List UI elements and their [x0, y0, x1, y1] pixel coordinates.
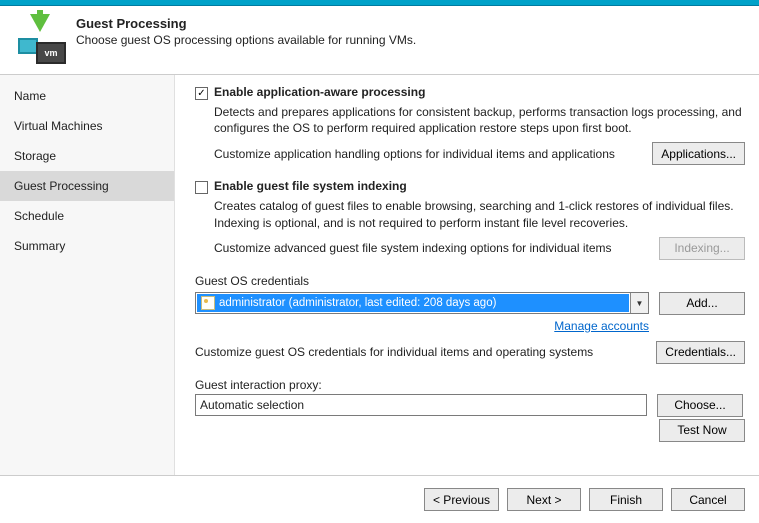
choose-proxy-button[interactable]: Choose... [657, 394, 743, 417]
guest-processing-icon: vm [18, 16, 66, 64]
finish-button[interactable]: Finish [589, 488, 663, 511]
add-credential-button[interactable]: Add... [659, 292, 745, 315]
next-button[interactable]: Next > [507, 488, 581, 511]
chevron-down-icon[interactable]: ▼ [630, 293, 648, 313]
enable-app-aware-checkbox[interactable] [195, 87, 208, 100]
indexing-customize-text: Customize advanced guest file system ind… [214, 241, 659, 255]
guest-credentials-label: Guest OS credentials [195, 274, 745, 288]
manage-accounts-link[interactable]: Manage accounts [554, 319, 649, 333]
nav-item-virtual-machines[interactable]: Virtual Machines [0, 111, 174, 141]
proxy-label: Guest interaction proxy: [195, 378, 745, 392]
credential-icon [201, 296, 215, 310]
nav-item-guest-processing[interactable]: Guest Processing [0, 171, 174, 201]
applications-button[interactable]: Applications... [652, 142, 745, 165]
indexing-button: Indexing... [659, 237, 745, 260]
nav-item-schedule[interactable]: Schedule [0, 201, 174, 231]
nav-item-storage[interactable]: Storage [0, 141, 174, 171]
credentials-selected-text: administrator (administrator, last edite… [219, 297, 496, 309]
enable-app-aware-label: Enable application-aware processing [214, 85, 425, 99]
content-panel: Enable application-aware processing Dete… [175, 75, 759, 475]
wizard-nav: Name Virtual Machines Storage Guest Proc… [0, 75, 175, 475]
cancel-button[interactable]: Cancel [671, 488, 745, 511]
indexing-description: Creates catalog of guest files to enable… [214, 198, 745, 230]
test-now-button[interactable]: Test Now [659, 419, 745, 442]
enable-indexing-checkbox[interactable] [195, 181, 208, 194]
nav-item-summary[interactable]: Summary [0, 231, 174, 261]
page-subtitle: Choose guest OS processing options avail… [76, 33, 416, 47]
enable-indexing-label: Enable guest file system indexing [214, 179, 407, 193]
app-aware-description: Detects and prepares applications for co… [214, 104, 745, 136]
credentials-select[interactable]: administrator (administrator, last edite… [195, 292, 649, 314]
credentials-customize-text: Customize guest OS credentials for indiv… [195, 345, 656, 359]
app-aware-customize-text: Customize application handling options f… [214, 147, 652, 161]
wizard-footer: < Previous Next > Finish Cancel [0, 475, 759, 523]
proxy-input[interactable]: Automatic selection [195, 394, 647, 416]
previous-button[interactable]: < Previous [424, 488, 499, 511]
header: vm Guest Processing Choose guest OS proc… [0, 6, 759, 75]
page-title: Guest Processing [76, 16, 416, 31]
nav-item-name[interactable]: Name [0, 81, 174, 111]
credentials-button[interactable]: Credentials... [656, 341, 745, 364]
